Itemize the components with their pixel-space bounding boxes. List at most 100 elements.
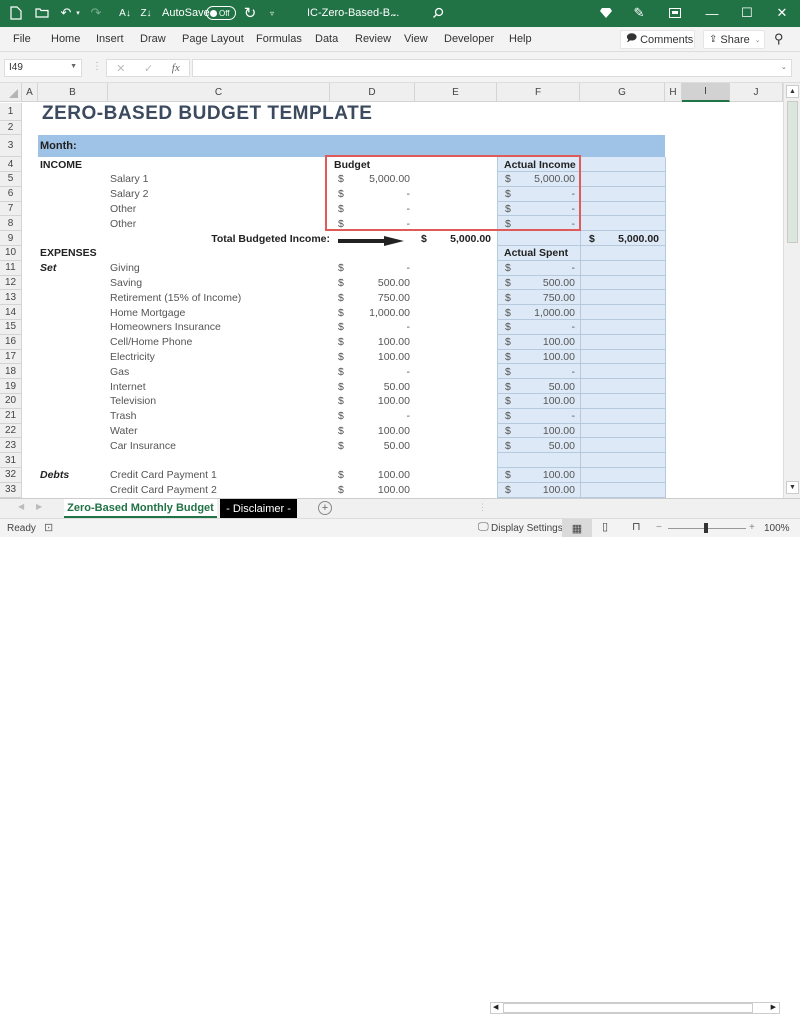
scroll-left-icon[interactable]: ◀ bbox=[493, 1003, 498, 1011]
expand-formula-bar-icon[interactable]: ⌄ bbox=[781, 63, 787, 71]
open-folder-icon[interactable] bbox=[33, 4, 51, 22]
row-header-22[interactable]: 22 bbox=[0, 423, 22, 439]
expense-actual-value[interactable]: - bbox=[505, 364, 576, 379]
row-header-10[interactable]: 10 bbox=[0, 246, 22, 261]
title-dropdown-icon[interactable]: ⌄ bbox=[388, 4, 400, 22]
document-title[interactable]: IC-Zero-Based-B... bbox=[307, 7, 399, 19]
sort-az-icon[interactable]: A↓ bbox=[117, 4, 133, 22]
column-header-h[interactable]: H bbox=[665, 83, 682, 102]
zoom-level[interactable]: 100% bbox=[764, 523, 790, 534]
premium-diamond-icon[interactable] bbox=[597, 4, 615, 22]
ribbon-display-icon[interactable] bbox=[666, 4, 684, 22]
column-header-c[interactable]: C bbox=[108, 83, 330, 102]
share-button[interactable]: ⇪ Share ⌄ bbox=[703, 30, 765, 49]
name-box-dropdown-icon[interactable]: ▼ bbox=[70, 63, 77, 70]
row-header-5[interactable]: 5 bbox=[0, 172, 22, 187]
row-header-2[interactable]: 2 bbox=[0, 121, 22, 135]
row-header-17[interactable]: 17 bbox=[0, 349, 22, 365]
zoom-out-button[interactable]: − bbox=[656, 522, 662, 533]
horizontal-scroll-thumb[interactable] bbox=[503, 1003, 753, 1013]
zoom-in-button[interactable]: + bbox=[749, 522, 755, 533]
expense-item-name[interactable]: Water bbox=[110, 424, 138, 439]
tab-home[interactable]: Home bbox=[51, 33, 80, 45]
debt-item-name[interactable]: Credit Card Payment 1 bbox=[110, 468, 217, 483]
expense-actual-value[interactable]: 100.00 bbox=[505, 394, 575, 409]
scroll-up-icon[interactable]: ▲ bbox=[786, 85, 799, 98]
row-header-4[interactable]: 4 bbox=[0, 157, 22, 172]
row-header-33[interactable]: 33 bbox=[0, 482, 22, 498]
enter-icon[interactable]: ✓ bbox=[144, 62, 153, 75]
column-header-b[interactable]: B bbox=[38, 83, 108, 102]
row-header-31[interactable]: 31 bbox=[0, 453, 22, 468]
close-button[interactable]: ✕ bbox=[767, 3, 797, 23]
expense-item-name[interactable]: Retirement (15% of Income) bbox=[110, 290, 241, 305]
total-budgeted-income-label[interactable]: Total Budgeted Income: bbox=[110, 231, 330, 246]
row-header-1[interactable]: 1 bbox=[0, 103, 22, 121]
display-settings-icon[interactable]: 🖵 bbox=[478, 521, 489, 534]
row-header-11[interactable]: 11 bbox=[0, 260, 22, 276]
debts-label[interactable]: Debts bbox=[40, 468, 69, 483]
tab-insert[interactable]: Insert bbox=[96, 33, 124, 45]
column-header-j[interactable]: J bbox=[730, 83, 783, 102]
customize-qat-icon[interactable]: ▿ bbox=[266, 4, 278, 22]
insert-function-icon[interactable]: fx bbox=[172, 62, 180, 74]
row-header-32[interactable]: 32 bbox=[0, 468, 22, 483]
normal-view-icon[interactable]: ▦ bbox=[562, 519, 592, 537]
tab-developer[interactable]: Developer bbox=[444, 33, 494, 45]
expense-actual-value[interactable]: 100.00 bbox=[505, 424, 575, 439]
expense-budget-value[interactable]: 100.00 bbox=[340, 424, 410, 439]
horizontal-scrollbar[interactable]: ◀ ▶ bbox=[490, 1002, 780, 1014]
minimize-button[interactable]: — bbox=[697, 3, 727, 23]
scroll-right-icon[interactable]: ▶ bbox=[771, 1003, 776, 1011]
expense-actual-value[interactable]: - bbox=[505, 409, 576, 424]
debt-item-name[interactable]: Credit Card Payment 2 bbox=[110, 483, 217, 498]
expense-budget-value[interactable]: - bbox=[340, 409, 411, 424]
tab-file[interactable]: File bbox=[13, 33, 31, 45]
tab-page-layout[interactable]: Page Layout bbox=[182, 33, 244, 45]
expense-actual-value[interactable]: 100.00 bbox=[505, 335, 575, 350]
row-header-13[interactable]: 13 bbox=[0, 290, 22, 306]
tab-view[interactable]: View bbox=[404, 33, 428, 45]
total-actual-income-value[interactable]: 5,000.00 bbox=[589, 231, 659, 246]
expense-item-name[interactable]: Electricity bbox=[110, 350, 155, 365]
display-settings-button[interactable]: Display Settings bbox=[491, 523, 563, 534]
zoom-slider-thumb[interactable] bbox=[704, 523, 708, 533]
page-layout-view-icon[interactable]: ▯ bbox=[602, 520, 608, 533]
debt-budget-value[interactable]: 100.00 bbox=[340, 468, 410, 483]
column-header-i[interactable]: I bbox=[682, 83, 730, 102]
expense-budget-value[interactable]: 50.00 bbox=[340, 438, 410, 453]
column-header-d[interactable]: D bbox=[330, 83, 415, 102]
column-header-a[interactable]: A bbox=[22, 83, 38, 102]
expense-actual-value[interactable]: 1,000.00 bbox=[505, 305, 575, 320]
autosave-toggle[interactable]: Off bbox=[206, 6, 236, 20]
row-header-9[interactable]: 9 bbox=[0, 231, 22, 246]
comments-button[interactable]: 🗩 Comments bbox=[620, 30, 695, 49]
vertical-scroll-thumb[interactable] bbox=[787, 101, 798, 243]
expenses-label[interactable]: EXPENSES bbox=[40, 246, 97, 261]
select-all-button[interactable] bbox=[0, 83, 22, 102]
debt-actual-value[interactable]: 100.00 bbox=[505, 468, 575, 483]
macro-record-icon[interactable]: ⊡ bbox=[44, 521, 53, 534]
actual-spent-header[interactable]: Actual Spent bbox=[504, 246, 568, 261]
sheet-tab-disclaimer[interactable]: - Disclaimer - bbox=[220, 499, 297, 518]
vertical-scrollbar[interactable]: ▲ ▼ bbox=[783, 83, 800, 498]
refresh-icon[interactable]: ↻ bbox=[241, 4, 259, 22]
scroll-down-icon[interactable]: ▼ bbox=[786, 481, 799, 494]
undo-icon[interactable]: ↶ bbox=[58, 4, 74, 22]
expense-item-name[interactable]: Homeowners Insurance bbox=[110, 320, 221, 335]
cancel-icon[interactable]: ✕ bbox=[116, 62, 125, 75]
tab-formulas[interactable]: Formulas bbox=[256, 33, 302, 45]
expense-budget-value[interactable]: - bbox=[340, 320, 411, 335]
expense-item-name[interactable]: Gas bbox=[110, 364, 129, 379]
row-header-7[interactable]: 7 bbox=[0, 201, 22, 217]
row-header-8[interactable]: 8 bbox=[0, 216, 22, 232]
undo-dropdown-icon[interactable]: ▾ bbox=[74, 4, 82, 22]
expense-budget-value[interactable]: 50.00 bbox=[340, 379, 410, 394]
row-header-23[interactable]: 23 bbox=[0, 438, 22, 454]
coauthor-icon[interactable]: ⚲ bbox=[774, 31, 784, 47]
sheet-tab-zero-based-monthly-budget[interactable]: Zero-Based Monthly Budget bbox=[64, 499, 217, 518]
expense-item-name[interactable]: Home Mortgage bbox=[110, 305, 185, 320]
tab-data[interactable]: Data bbox=[315, 33, 338, 45]
row-header-18[interactable]: 18 bbox=[0, 364, 22, 380]
name-box[interactable]: I49 ▼ bbox=[4, 59, 82, 77]
